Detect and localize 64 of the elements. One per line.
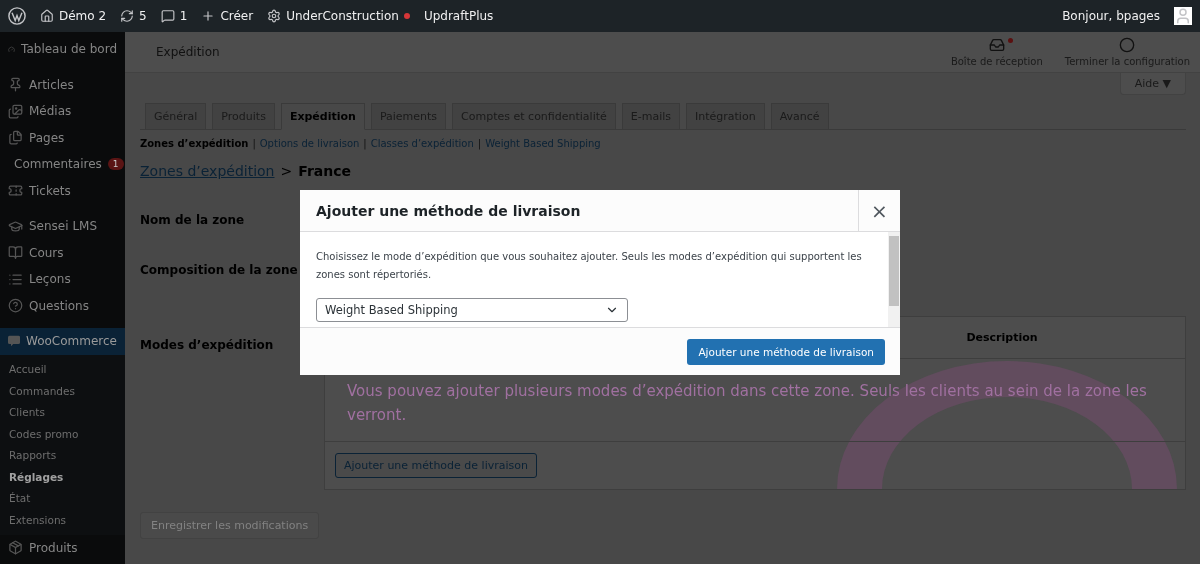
admin-bar-item[interactable]: Démo 2: [40, 9, 107, 23]
count-badge: 1: [107, 158, 124, 171]
admin-bar-item[interactable]: UpdraftPlus: [423, 9, 494, 23]
circle-icon: [1119, 37, 1136, 53]
field-label: Modes d’expédition: [140, 337, 275, 354]
settings-tab[interactable]: Expédition: [280, 103, 365, 130]
sidebar-item[interactable]: Commentaires 1: [0, 151, 125, 178]
separator: |: [363, 138, 367, 149]
sidebar-item[interactable]: Cours: [0, 239, 125, 266]
column-header: Description: [965, 331, 1039, 344]
submenu-item[interactable]: Commandes: [0, 380, 125, 402]
sidebar-item[interactable]: Leçons: [0, 266, 125, 293]
comment-icon: [160, 9, 175, 23]
modal-description: Choisissez le mode d’expédition que vous souhaitez ajouter. Seuls les modes d’expédition qui supportent les zones sont répertoriés.: [316, 250, 863, 282]
modal-title: Ajouter une méthode de livraison: [315, 202, 582, 219]
scrollbar[interactable]: [888, 232, 900, 327]
admin-bar-item[interactable]: Créer: [201, 9, 254, 23]
shipping-method-select[interactable]: Weight Based Shipping: [316, 298, 628, 322]
submit-button[interactable]: Ajouter une méthode de livraison: [687, 338, 885, 365]
home-icon: [40, 9, 54, 23]
sidebar-item[interactable]: Sensei LMS: [0, 213, 125, 240]
cap-icon: [8, 218, 23, 234]
wordpress-logo-icon[interactable]: [8, 7, 26, 25]
media-icon: [8, 103, 23, 119]
sidebar-item[interactable]: Produits: [0, 534, 125, 561]
breadcrumb-current: France: [298, 163, 351, 179]
gear-icon: [267, 9, 282, 23]
breadcrumb-separator: >: [280, 163, 293, 179]
sidebar-item[interactable]: Tickets: [0, 177, 125, 204]
subnav-link[interactable]: Zones d’expédition: [140, 138, 249, 149]
plus-icon: [201, 9, 216, 23]
tickets-icon: [8, 183, 23, 199]
pin-icon: [8, 77, 23, 93]
empty-message: Vous pouvez ajouter plusieurs modes d’expédition dans cette zone. Seuls les clients au sein de la zone les verront.: [347, 381, 1148, 426]
refresh-icon: [120, 9, 135, 23]
separator: |: [252, 138, 256, 149]
sidebar-item[interactable]: Médias: [0, 98, 125, 125]
inbox-icon: [988, 37, 1005, 53]
submenu-item[interactable]: État: [0, 487, 125, 509]
list-icon: [8, 271, 23, 287]
submenu-item[interactable]: Clients: [0, 401, 125, 423]
greeting[interactable]: Bonjour, bpages: [1062, 9, 1160, 23]
admin-bar-item[interactable]: UnderConstruction: [267, 9, 410, 23]
sidebar-item[interactable]: Tableau de bord: [0, 36, 125, 63]
separator: |: [477, 138, 482, 149]
sidebar-item[interactable]: Questions: [0, 292, 125, 319]
sidebar-item[interactable]: Articles: [0, 71, 125, 98]
pages-icon: [8, 130, 23, 146]
submenu-item[interactable]: Accueil: [0, 358, 125, 380]
admin-bar-item[interactable]: 1: [160, 9, 188, 23]
page-title: Expédition: [156, 45, 221, 59]
box-icon: [8, 540, 23, 556]
sidebar-item[interactable]: WooCommerce: [0, 328, 125, 355]
avatar-icon[interactable]: [1174, 7, 1192, 25]
help-icon: [8, 298, 23, 314]
admin-bar-item[interactable]: 5: [120, 9, 147, 23]
close-button[interactable]: ×: [858, 189, 900, 232]
speech-bubble-icon: [8, 334, 20, 349]
submenu-item[interactable]: Rapports: [0, 444, 125, 466]
submenu-item[interactable]: Extensions: [0, 509, 125, 531]
submenu-item[interactable]: Réglages: [0, 466, 125, 488]
sidebar-item[interactable]: Pages: [0, 124, 125, 151]
book-icon: [8, 245, 23, 261]
submenu-item[interactable]: Codes promo: [0, 423, 125, 445]
